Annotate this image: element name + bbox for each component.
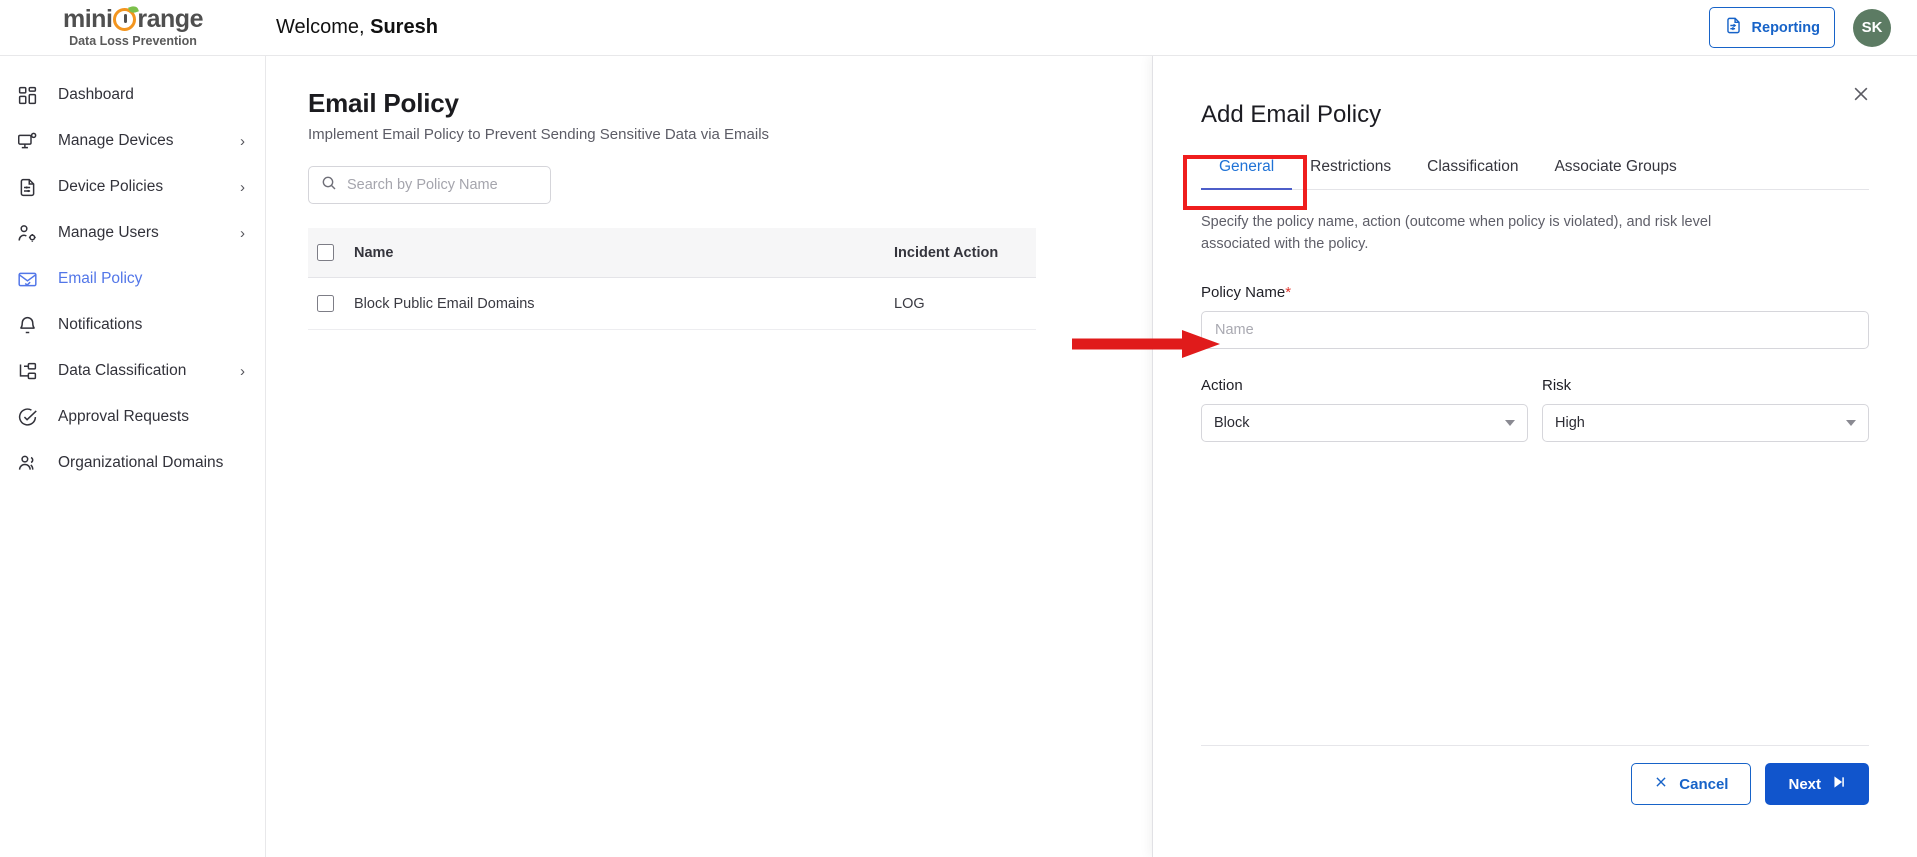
sidebar-item-email-policy[interactable]: Email Policy	[0, 256, 265, 302]
action-select[interactable]: Block	[1201, 403, 1528, 442]
page-title: Email Policy	[308, 88, 459, 118]
bell-icon	[14, 313, 40, 337]
general-tab-description: Specify the policy name, action (outcome…	[1201, 214, 1712, 253]
search-input[interactable]	[347, 177, 538, 193]
chevron-right-icon: ›	[240, 178, 245, 196]
sidebar-item-manage-users[interactable]: Manage Users ›	[0, 210, 265, 256]
row-checkbox[interactable]	[317, 295, 334, 312]
cell-policy-name: Block Public Email Domains	[354, 277, 894, 330]
policy-name-label-text: Policy Name	[1201, 283, 1286, 301]
chevron-right-icon: ›	[240, 362, 245, 380]
logo-orange-circle-icon	[113, 4, 140, 31]
report-document-icon	[1724, 16, 1743, 39]
sidebar-item-label: Data Classification	[58, 361, 187, 379]
app-logo[interactable]: mini range Data Loss Prevention	[0, 4, 266, 48]
cell-incident-action: LOG	[894, 277, 1036, 330]
sidebar-item-manage-devices[interactable]: Manage Devices ›	[0, 118, 265, 164]
table-row[interactable]: Block Public Email Domains LOG	[308, 277, 1036, 330]
sidebar-item-notifications[interactable]: Notifications	[0, 302, 265, 348]
sidebar-item-organizational-domains[interactable]: Organizational Domains	[0, 440, 265, 486]
action-field: Action Block	[1201, 349, 1528, 442]
table-body: Block Public Email Domains LOG	[308, 277, 1036, 330]
logo-wordmark: mini range	[63, 4, 203, 33]
risk-field: Risk High	[1542, 349, 1869, 442]
welcome-message: Welcome, Suresh	[276, 16, 438, 39]
reporting-button[interactable]: Reporting	[1708, 7, 1835, 48]
sidebar-item-label: Email Policy	[58, 269, 143, 287]
column-header-incident-action[interactable]: Incident Action	[894, 228, 1036, 278]
check-circle-icon	[14, 405, 40, 429]
chevron-right-icon: ›	[240, 132, 245, 150]
welcome-username: Suresh	[370, 16, 438, 38]
row-select-cell	[308, 277, 354, 330]
reporting-label: Reporting	[1751, 19, 1820, 36]
sidebar-item-label: Device Policies	[58, 177, 164, 195]
risk-label: Risk	[1542, 376, 1572, 394]
document-settings-icon	[14, 175, 40, 199]
avatar[interactable]: SK	[1853, 8, 1891, 47]
add-email-policy-drawer: Add Email Policy General Restrictions Cl…	[1152, 56, 1917, 857]
sidebar-item-label: Manage Devices	[58, 131, 174, 149]
logo-text-pre: mini	[63, 5, 113, 33]
action-risk-row: Action Block Risk High	[1201, 349, 1869, 442]
welcome-prefix: Welcome,	[276, 16, 365, 38]
select-all-cell	[308, 228, 354, 278]
search-policy-container[interactable]	[308, 166, 551, 204]
action-selected-value: Block	[1214, 414, 1250, 431]
sidebar-item-label: Dashboard	[58, 85, 134, 103]
monitor-icon	[14, 129, 40, 153]
sidebar-item-label: Approval Requests	[58, 407, 189, 425]
table-head: Name Incident Action	[308, 228, 1036, 278]
policy-table: Name Incident Action Block Public Email …	[308, 228, 1036, 330]
app-header: mini range Data Loss Prevention Welcome,…	[0, 0, 1917, 56]
user-gear-icon	[14, 221, 40, 245]
policy-name-label: Policy Name*	[1201, 284, 1869, 301]
sidebar: Dashboard Manage Devices › Device Polici…	[0, 56, 266, 857]
tab-associate-groups[interactable]: Associate Groups	[1536, 150, 1694, 189]
hierarchy-icon	[14, 359, 40, 383]
risk-selected-value: High	[1555, 414, 1585, 431]
search-icon	[321, 175, 337, 196]
sidebar-item-label: Notifications	[58, 315, 143, 333]
header-actions: Reporting SK	[1708, 7, 1917, 48]
tab-general[interactable]: General	[1201, 150, 1293, 190]
tab-restrictions[interactable]: Restrictions	[1292, 150, 1409, 189]
skip-forward-icon	[1832, 775, 1846, 793]
sidebar-item-label: Organizational Domains	[58, 453, 224, 471]
column-header-name[interactable]: Name	[354, 228, 894, 278]
tab-classification[interactable]: Classification	[1409, 150, 1536, 189]
required-marker: *	[1285, 283, 1292, 301]
chevron-down-icon	[1505, 419, 1515, 426]
drawer-title: Add Email Policy	[1201, 101, 1382, 128]
chevron-right-icon: ›	[240, 224, 245, 242]
page-subtitle: Implement Email Policy to Prevent Sendin…	[308, 126, 770, 143]
sidebar-item-data-classification[interactable]: Data Classification ›	[0, 348, 265, 394]
next-button[interactable]: Next	[1765, 763, 1869, 805]
sidebar-item-device-policies[interactable]: Device Policies ›	[0, 164, 265, 210]
policy-name-input[interactable]	[1201, 310, 1869, 349]
chevron-down-icon	[1846, 419, 1856, 426]
main-content: Email Policy Implement Email Policy to P…	[267, 56, 1152, 857]
logo-text-post: range	[137, 5, 203, 33]
users-icon	[14, 451, 40, 475]
next-label: Next	[1788, 775, 1821, 793]
sidebar-item-approval-requests[interactable]: Approval Requests	[0, 394, 265, 440]
logo-subtitle: Data Loss Prevention	[69, 34, 197, 48]
mail-check-icon	[14, 267, 40, 291]
dashboard-icon	[14, 83, 40, 107]
cancel-button[interactable]: Cancel	[1631, 763, 1752, 805]
sidebar-item-dashboard[interactable]: Dashboard	[0, 72, 265, 118]
close-icon	[1654, 775, 1668, 793]
risk-select[interactable]: High	[1542, 403, 1869, 442]
action-label: Action	[1201, 376, 1243, 394]
select-all-checkbox[interactable]	[317, 244, 334, 261]
drawer-tabs: General Restrictions Classification Asso…	[1201, 150, 1869, 190]
close-icon[interactable]	[1848, 81, 1874, 107]
drawer-footer: Cancel Next	[1201, 745, 1869, 857]
sidebar-item-label: Manage Users	[58, 223, 159, 241]
avatar-initials: SK	[1861, 19, 1883, 36]
cancel-label: Cancel	[1679, 775, 1729, 793]
table-header-row: Name Incident Action	[308, 228, 1036, 278]
